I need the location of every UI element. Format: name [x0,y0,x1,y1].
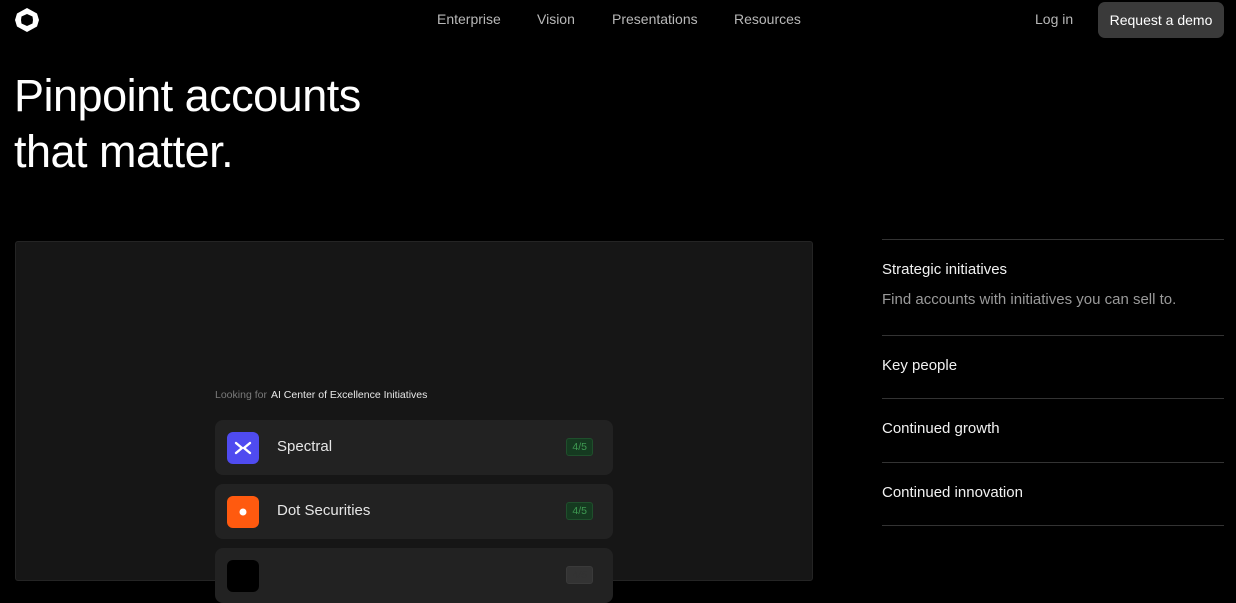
looking-for-label: Looking for [215,389,267,401]
feature-description: Find accounts with initiatives you can s… [882,291,1177,308]
dot-securities-logo-icon [227,496,259,528]
account-card-partial[interactable]: 4/5 [215,548,613,603]
feature-continued-innovation[interactable]: Continued innovation [882,484,1224,501]
divider [882,525,1224,526]
divider [882,462,1224,463]
account-card-dot-securities[interactable]: Dot Securities 4/5 [215,484,613,539]
account-name: Spectral [277,438,333,455]
request-demo-button[interactable]: Request a demo [1098,2,1224,38]
spectral-logo-icon [227,432,259,464]
hero-headline: Pinpoint accounts that matter. [14,68,361,180]
hero-line-1: Pinpoint accounts [14,70,361,121]
login-link[interactable]: Log in [1035,11,1073,27]
match-score-badge: 4/5 [566,438,593,456]
feature-title: Continued innovation [882,484,1023,501]
hero-line-2: that matter. [14,126,234,177]
divider [882,398,1224,399]
account-name: Dot Securities [277,502,371,519]
looking-for-value: AI Center of Excellence Initiatives [270,389,428,401]
feature-title: Continued growth [882,420,1000,437]
looking-for-row: Looking for AI Center of Excellence Initi… [215,389,427,401]
demo-panel: Looking for AI Center of Excellence Initi… [15,241,813,603]
company-logo-icon [227,560,259,592]
nav-vision-link[interactable]: Vision [537,11,575,27]
divider [882,335,1224,336]
divider [882,239,1224,240]
nav-enterprise-link[interactable]: Enterprise [437,11,501,27]
top-nav: Enterprise Vision Presentations Resource… [0,0,1236,38]
feature-strategic-initiatives[interactable]: Strategic initiatives Find accounts with… [882,261,1224,308]
feature-title: Key people [882,357,958,374]
feature-continued-growth[interactable]: Continued growth [882,420,1224,437]
nav-presentations-link[interactable]: Presentations [612,11,698,27]
match-score-badge: 4/5 [566,502,593,520]
feature-key-people[interactable]: Key people [882,357,1224,374]
nav-resources-link[interactable]: Resources [734,11,801,27]
account-card-spectral[interactable]: Spectral 4/5 [215,420,613,475]
feature-title: Strategic initiatives [882,261,1008,278]
